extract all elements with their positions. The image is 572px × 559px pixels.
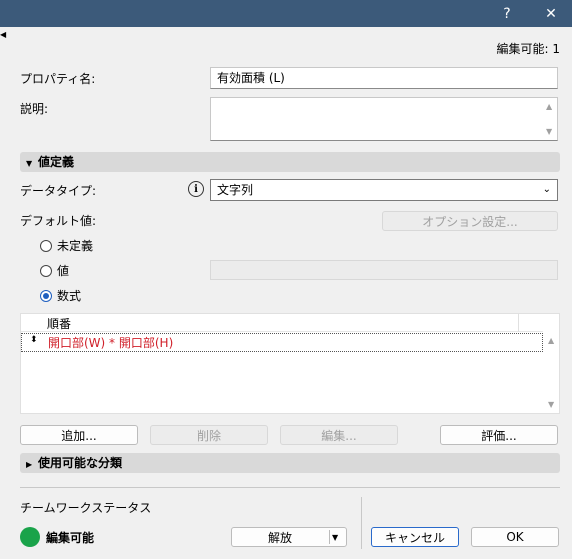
scroll-down-icon[interactable]: ▼ [546,127,552,136]
data-type-label: データタイプ: [20,184,97,198]
ok-button[interactable]: OK [471,527,559,547]
collapse-arrow-icon[interactable]: ◀ [0,30,6,39]
split-divider [329,530,330,544]
collapsed-triangle-icon: ▶ [26,460,33,469]
data-type-select[interactable]: 文字列 ⌄ [210,179,558,201]
description-label: 説明: [20,102,49,116]
add-button[interactable]: 追加... [20,425,138,445]
info-icon[interactable]: i [188,181,204,197]
close-button[interactable]: ✕ [534,0,568,27]
default-value-label: デフォルト値: [20,214,97,228]
property-name-label: プロパティ名: [20,72,96,86]
table-scroll-up-icon[interactable]: ▲ [548,336,554,345]
description-input[interactable] [210,97,558,141]
radio-undefined-label: 未定義 [57,239,94,253]
close-icon: ✕ [545,5,557,22]
vertical-divider [361,497,362,549]
teamwork-status-text: 編集可能 [46,531,95,545]
expand-triangle-icon: ▼ [26,159,33,168]
value-definition-section[interactable]: ▼ 値定義 [20,152,560,172]
formula-table: 順番 ⬍ 開口部(W) * 開口部(H) ▲ ▼ [20,313,560,414]
chevron-down-icon: ⌄ [542,184,551,195]
divider [20,487,560,488]
title-bar: ? ✕ [0,0,572,27]
scroll-up-icon[interactable]: ▲ [546,102,552,111]
radio-formula[interactable] [40,290,52,302]
edit-status-text: 編集可能: 1 [496,42,561,56]
radio-value[interactable] [40,265,52,277]
value-input[interactable] [210,260,558,280]
teamwork-status-label: チームワークステータス [20,501,152,515]
property-name-input[interactable]: 有効面積 (L) [210,67,558,89]
radio-formula-label: 数式 [57,289,82,303]
formula-text: 開口部(W) * 開口部(H) [48,336,174,350]
delete-button[interactable]: 削除 [150,425,268,445]
order-column-header: 順番 [47,317,72,331]
option-settings-button[interactable]: オプション設定... [382,211,558,231]
status-indicator-icon [20,527,40,547]
radio-undefined[interactable] [40,240,52,252]
help-button[interactable]: ? [490,0,524,27]
drag-handle-icon[interactable]: ⬍ [30,335,38,345]
column-divider [518,314,519,332]
radio-value-label: 値 [57,264,70,278]
edit-button[interactable]: 編集... [280,425,398,445]
table-row[interactable]: ⬍ 開口部(W) * 開口部(H) [21,333,543,352]
classification-section[interactable]: ▶ 使用可能な分類 [20,453,560,473]
cancel-button[interactable]: キャンセル [371,527,459,547]
table-header: 順番 [21,314,543,332]
evaluate-button[interactable]: 評価... [440,425,558,445]
table-scroll-down-icon[interactable]: ▼ [548,400,554,409]
dropdown-arrow-icon[interactable]: ▼ [332,533,338,542]
release-button[interactable]: 解放 ▼ [231,527,347,547]
